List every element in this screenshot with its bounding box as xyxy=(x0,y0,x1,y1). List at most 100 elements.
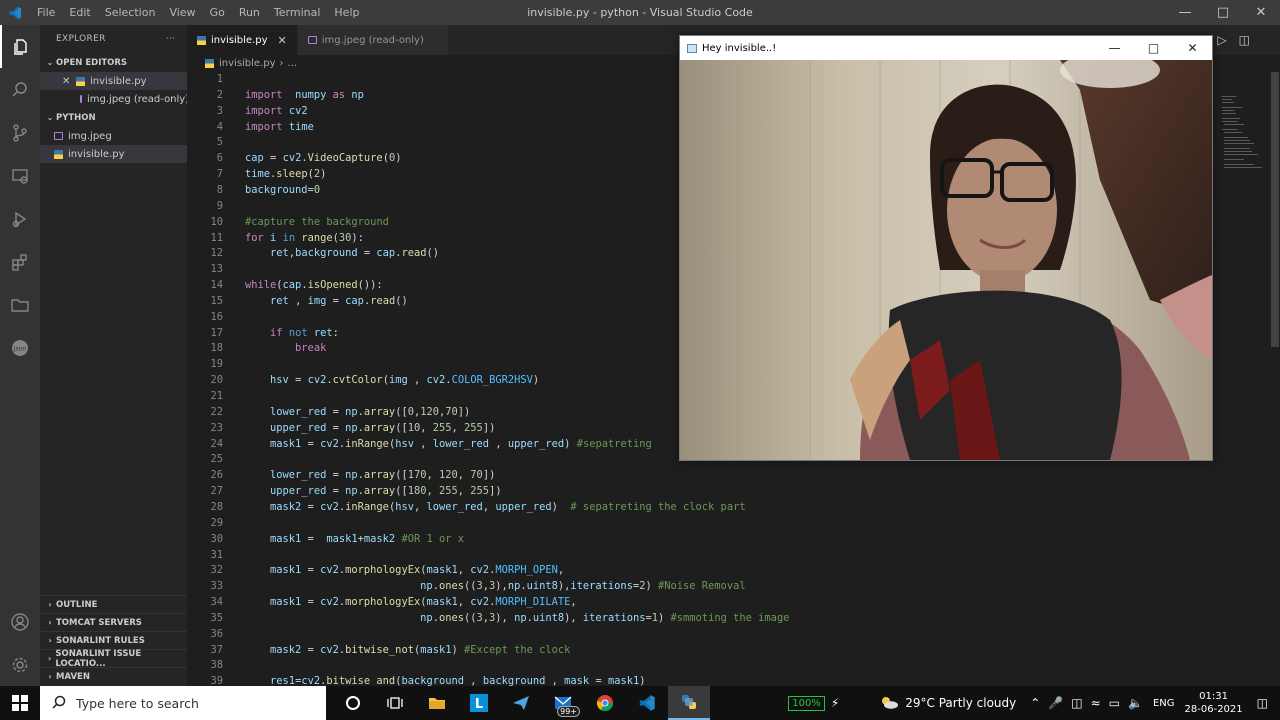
vscode-taskbar-icon[interactable] xyxy=(626,686,668,720)
code-line[interactable]: 27 upper_red = np.array([180, 255, 255]) xyxy=(187,483,1270,499)
close-tab-icon[interactable]: ✕ xyxy=(278,34,287,47)
window-controls: — □ ✕ xyxy=(1166,0,1280,25)
open-editors-section[interactable]: ⌄ OPEN EDITORS xyxy=(40,53,187,72)
file-item[interactable]: invisible.py xyxy=(40,145,187,163)
task-view-icon[interactable] xyxy=(374,686,416,720)
tomcat-servers-section[interactable]: › TOMCAT SERVERS xyxy=(40,613,187,631)
microphone-icon[interactable]: 🎤 xyxy=(1048,696,1063,710)
menu-view[interactable]: View xyxy=(162,6,202,19)
code-line[interactable]: 34 mask1 = cv2.morphologyEx(mask1, cv2.M… xyxy=(187,594,1270,610)
notification-app-icon[interactable]: ◫ xyxy=(1071,696,1082,710)
code-line[interactable]: 35 np.ones((3,3), np.uint8), iterations=… xyxy=(187,610,1270,626)
menu-selection[interactable]: Selection xyxy=(98,6,163,19)
sonarlint-issue-locations-section[interactable]: › SONARLINT ISSUE LOCATIO... xyxy=(40,649,187,669)
code-line[interactable]: 37 mask2 = cv2.bitwise_not(mask1) #Excep… xyxy=(187,642,1270,658)
code-line[interactable]: 30 mask1 = mask1+mask2 #OR 1 or x xyxy=(187,531,1270,547)
action-center-icon[interactable]: ◫ xyxy=(1257,696,1268,710)
editor-scrollbar[interactable] xyxy=(1270,72,1280,686)
open-editor-item[interactable]: img.jpeg (read-only) xyxy=(40,90,187,108)
breadcrumb-symbols[interactable]: ... xyxy=(288,58,298,69)
python-taskbar-icon[interactable] xyxy=(668,686,710,720)
file-item[interactable]: img.jpeg xyxy=(40,127,187,145)
code-text: #capture the background xyxy=(245,215,389,228)
minimize-icon[interactable]: — xyxy=(1095,36,1134,60)
code-line[interactable]: 38 xyxy=(187,657,1270,673)
line-number: 30 xyxy=(210,532,223,545)
system-tray: 100% ⚡ 29°C Partly cloudy ⌃ 🎤 ◫ ≈ ▭ 🔈 EN… xyxy=(788,686,1280,720)
settings-gear-icon[interactable] xyxy=(0,643,40,686)
tab-img-jpeg[interactable]: img.jpeg (read-only) xyxy=(297,25,449,55)
explorer-icon[interactable] xyxy=(0,25,40,68)
opencv-window-titlebar[interactable]: Hey invisible..! — □ ✕ xyxy=(680,36,1212,60)
breadcrumb-file[interactable]: invisible.py xyxy=(219,58,276,69)
line-number: 10 xyxy=(210,215,223,228)
code-line[interactable]: 32 mask1 = cv2.morphologyEx(mask1, cv2.M… xyxy=(187,562,1270,578)
scrollbar-thumb[interactable] xyxy=(1271,72,1279,347)
file-explorer-icon[interactable] xyxy=(416,686,458,720)
run-file-icon[interactable]: ▷ xyxy=(1217,33,1226,47)
python-file-icon xyxy=(54,149,63,159)
open-editor-item[interactable]: ✕ invisible.py xyxy=(40,72,187,90)
chrome-icon[interactable] xyxy=(584,686,626,720)
menu-run[interactable]: Run xyxy=(232,6,267,19)
source-control-icon[interactable] xyxy=(0,111,40,154)
code-line[interactable]: 29 xyxy=(187,515,1270,531)
chevron-up-icon[interactable]: ⌃ xyxy=(1030,696,1040,710)
image-file-icon xyxy=(54,132,63,140)
maximize-icon[interactable]: □ xyxy=(1204,0,1242,25)
chevron-right-icon: › xyxy=(48,672,52,681)
python-folder-section[interactable]: ⌄ PYTHON xyxy=(40,108,187,127)
mail-badge: 99+ xyxy=(557,706,580,717)
windows-start-icon[interactable] xyxy=(0,686,40,720)
menu-edit[interactable]: Edit xyxy=(62,6,97,19)
extensions-icon[interactable] xyxy=(0,240,40,283)
remote-explorer-icon[interactable] xyxy=(0,154,40,197)
clock[interactable]: 01:31 28-06-2021 xyxy=(1185,690,1243,716)
menu-terminal[interactable]: Terminal xyxy=(267,6,328,19)
close-editor-icon[interactable]: ✕ xyxy=(62,76,76,87)
code-line[interactable]: 33 np.ones((3,3),np.uint8),iterations=2)… xyxy=(187,578,1270,594)
json-icon[interactable]: Json xyxy=(0,326,40,369)
battery-percent[interactable]: 100% xyxy=(788,695,825,711)
tab-invisible-py[interactable]: invisible.py ✕ xyxy=(187,25,298,55)
minimize-icon[interactable]: — xyxy=(1166,0,1204,25)
minimap[interactable] xyxy=(1212,72,1270,686)
more-actions-icon[interactable]: ⋯ xyxy=(166,34,175,44)
code-line[interactable]: 36 xyxy=(187,626,1270,642)
code-line[interactable]: 26 lower_red = np.array([170, 120, 70]) xyxy=(187,467,1270,483)
split-editor-icon[interactable]: ◫ xyxy=(1239,33,1250,47)
maximize-icon[interactable]: □ xyxy=(1134,36,1173,60)
code-text: upper_red = np.array([10, 255, 255]) xyxy=(270,421,496,434)
menu-help[interactable]: Help xyxy=(327,6,366,19)
close-icon[interactable]: ✕ xyxy=(1173,36,1212,60)
code-line[interactable]: 31 xyxy=(187,547,1270,563)
account-icon[interactable] xyxy=(0,600,40,643)
weather-text[interactable]: 29°C Partly cloudy xyxy=(905,696,1016,710)
code-text: import cv2 xyxy=(245,104,308,117)
battery-icon[interactable]: ▭ xyxy=(1109,696,1120,710)
maven-section[interactable]: › MAVEN xyxy=(40,667,187,685)
vscode-logo-icon xyxy=(0,0,30,25)
python-file-icon xyxy=(197,35,206,45)
menu-file[interactable]: File xyxy=(30,6,62,19)
folder-icon[interactable] xyxy=(0,283,40,326)
language-indicator[interactable]: ENG xyxy=(1153,698,1175,709)
paper-plane-app-icon[interactable] xyxy=(500,686,542,720)
close-icon[interactable]: ✕ xyxy=(1242,0,1280,25)
line-number: 2 xyxy=(216,88,223,101)
l-app-icon[interactable]: L xyxy=(458,686,500,720)
volume-icon[interactable]: 🔈 xyxy=(1128,696,1143,710)
weather-icon[interactable] xyxy=(879,695,899,712)
taskbar-search-box[interactable]: Type here to search xyxy=(40,686,326,720)
menu-go[interactable]: Go xyxy=(203,6,232,19)
run-debug-icon[interactable] xyxy=(0,197,40,240)
code-line[interactable]: 28 mask2 = cv2.inRange(hsv, lower_red, u… xyxy=(187,499,1270,515)
explorer-sidebar: EXPLORER ⋯ ⌄ OPEN EDITORS ✕ invisible.py… xyxy=(40,25,187,686)
search-icon[interactable] xyxy=(0,68,40,111)
mail-icon[interactable]: 99+ xyxy=(542,686,584,720)
cortana-icon[interactable] xyxy=(332,686,374,720)
sonarlint-rules-section[interactable]: › SONARLINT RULES xyxy=(40,631,187,649)
line-number: 35 xyxy=(210,611,223,624)
wifi-icon[interactable]: ≈ xyxy=(1091,696,1101,710)
outline-section[interactable]: › OUTLINE xyxy=(40,595,187,613)
